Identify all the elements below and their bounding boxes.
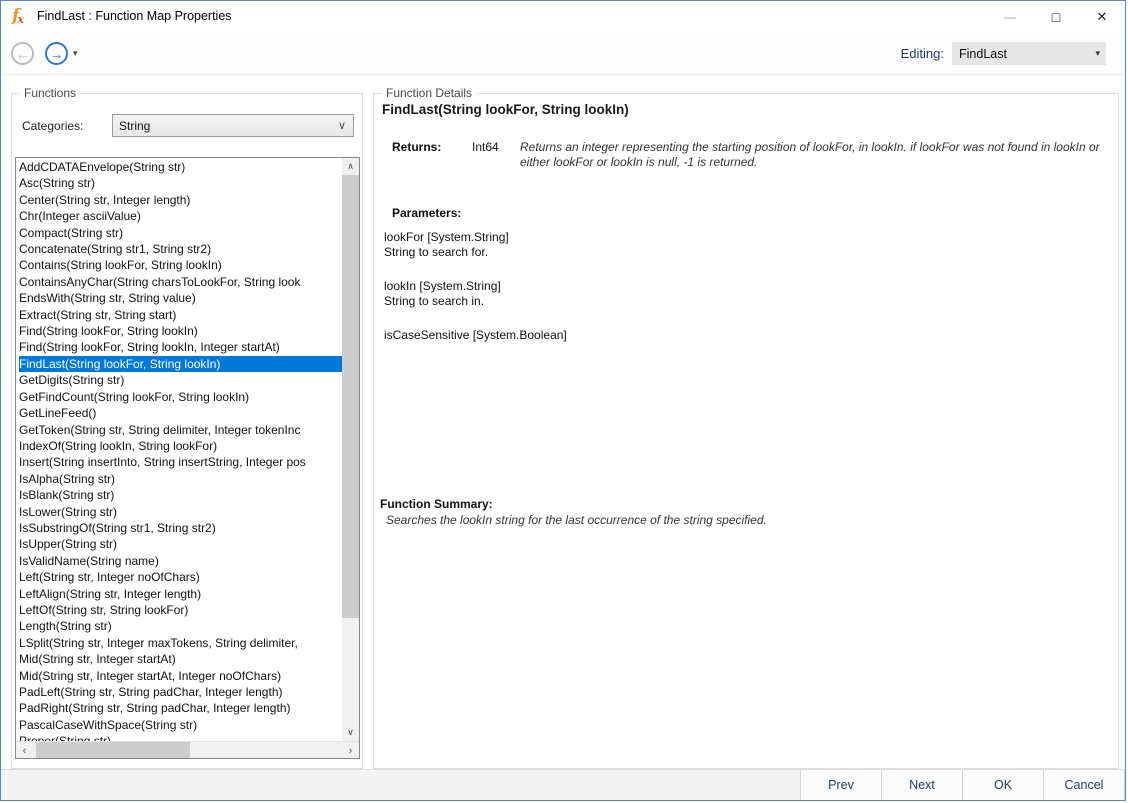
function-list-item-selected[interactable]: FindLast(String lookFor, String lookIn) bbox=[19, 356, 342, 372]
function-list-item[interactable]: Left(String str, Integer noOfChars) bbox=[19, 569, 342, 585]
function-list-item[interactable]: GetDigits(String str) bbox=[19, 372, 342, 388]
categories-dropdown-value: String bbox=[119, 119, 150, 133]
function-list-item[interactable]: Extract(String str, String start) bbox=[19, 307, 342, 323]
function-list-item[interactable]: IsLower(String str) bbox=[19, 504, 342, 520]
function-list-item[interactable]: Find(String lookFor, String lookIn, Inte… bbox=[19, 339, 342, 355]
function-list-item[interactable]: IsUpper(String str) bbox=[19, 536, 342, 552]
close-icon: ✕ bbox=[1097, 9, 1108, 25]
function-signature: FindLast(String lookFor, String lookIn) bbox=[382, 102, 629, 117]
editing-section: Editing: FindLast ▾ bbox=[901, 42, 1125, 65]
function-list-item[interactable]: LSplit(String str, Integer maxTokens, St… bbox=[19, 635, 342, 651]
back-arrow-icon: ← bbox=[16, 46, 30, 62]
function-list: AddCDATAEnvelope(String str)Asc(String s… bbox=[16, 158, 342, 741]
function-list-item[interactable]: Compact(String str) bbox=[19, 225, 342, 241]
parameter-name: lookFor [System.String] bbox=[384, 230, 884, 245]
function-list-item[interactable]: IsBlank(String str) bbox=[19, 487, 342, 503]
parameter-name: lookIn [System.String] bbox=[384, 279, 884, 294]
functions-group: Functions Categories: String ∨ AddCDATAE… bbox=[11, 93, 363, 769]
parameter-block: isCaseSensitive [System.Boolean] bbox=[384, 328, 884, 343]
editing-label: Editing: bbox=[901, 46, 944, 61]
forward-dropdown-caret-icon[interactable]: ▾ bbox=[73, 48, 78, 59]
categories-dropdown-chevron-icon: ∨ bbox=[338, 119, 346, 132]
close-button[interactable]: ✕ bbox=[1079, 1, 1125, 33]
function-list-item[interactable]: IsAlpha(String str) bbox=[19, 471, 342, 487]
returns-description: Returns an integer representing the star… bbox=[520, 140, 1102, 170]
function-list-item[interactable]: IndexOf(String lookIn, String lookFor) bbox=[19, 438, 342, 454]
function-list-item[interactable]: GetToken(String str, String delimiter, I… bbox=[19, 422, 342, 438]
function-map-properties-dialog: fx FindLast : Function Map Properties — … bbox=[0, 0, 1126, 801]
function-list-item[interactable]: PadLeft(String str, String padChar, Inte… bbox=[19, 684, 342, 700]
prev-button[interactable]: Prev bbox=[800, 770, 882, 800]
parameter-name: isCaseSensitive [System.Boolean] bbox=[384, 328, 884, 343]
scroll-left-icon[interactable]: ‹ bbox=[16, 742, 33, 759]
vertical-scrollbar[interactable]: ∧ ∨ bbox=[342, 158, 359, 741]
function-list-item[interactable]: Mid(String str, Integer startAt, Integer… bbox=[19, 668, 342, 684]
function-list-item[interactable]: Concatenate(String str1, String str2) bbox=[19, 241, 342, 257]
parameter-block: lookFor [System.String]String to search … bbox=[384, 230, 884, 260]
function-list-item[interactable]: Mid(String str, Integer startAt) bbox=[19, 651, 342, 667]
fx-icon-x: x bbox=[17, 13, 24, 26]
function-details-group: Function Details FindLast(String lookFor… bbox=[373, 93, 1119, 769]
forward-button[interactable]: → bbox=[45, 42, 68, 65]
footer-button-bar: PrevNextOKCancel bbox=[1, 769, 1125, 800]
categories-dropdown[interactable]: String ∨ bbox=[112, 114, 354, 137]
maximize-icon: □ bbox=[1052, 9, 1060, 25]
function-list-item[interactable]: Asc(String str) bbox=[19, 175, 342, 191]
function-list-item[interactable]: Insert(String insertInto, String insertS… bbox=[19, 454, 342, 470]
function-list-item[interactable]: EndsWith(String str, String value) bbox=[19, 290, 342, 306]
minimize-button[interactable]: — bbox=[987, 1, 1033, 33]
function-list-item[interactable]: AddCDATAEnvelope(String str) bbox=[19, 159, 342, 175]
functions-group-label: Functions bbox=[20, 86, 80, 100]
parameters-list: lookFor [System.String]String to search … bbox=[384, 230, 884, 362]
function-list-item[interactable]: Proper(String str) bbox=[19, 733, 342, 741]
function-list-item[interactable]: Chr(Integer asciiValue) bbox=[19, 208, 342, 224]
editing-dropdown-value: FindLast bbox=[959, 47, 1007, 61]
horizontal-scrollbar-thumb[interactable] bbox=[36, 742, 190, 758]
function-summary-text: Searches the lookIn string for the last … bbox=[386, 513, 1098, 527]
function-list-item[interactable]: Center(String str, Integer length) bbox=[19, 192, 342, 208]
title-bar: fx FindLast : Function Map Properties — … bbox=[1, 1, 1125, 33]
function-summary-label: Function Summary: bbox=[380, 497, 493, 511]
function-list-item[interactable]: GetLineFeed() bbox=[19, 405, 342, 421]
parameter-description: String to search for. bbox=[384, 245, 884, 260]
vertical-scrollbar-thumb[interactable] bbox=[342, 175, 359, 618]
navigation-toolbar: ← → ▾ Editing: FindLast ▾ bbox=[1, 33, 1125, 75]
returns-type: Int64 bbox=[472, 140, 499, 154]
function-details-group-label: Function Details bbox=[382, 86, 476, 100]
forward-arrow-icon: → bbox=[50, 46, 64, 62]
editing-dropdown-caret-icon: ▾ bbox=[1095, 48, 1100, 59]
horizontal-scrollbar[interactable]: ‹ › bbox=[16, 741, 359, 758]
scroll-right-icon[interactable]: › bbox=[342, 742, 359, 759]
function-list-item[interactable]: Length(String str) bbox=[19, 618, 342, 634]
ok-button[interactable]: OK bbox=[962, 770, 1044, 800]
minimize-icon: — bbox=[1004, 10, 1016, 24]
returns-label: Returns: bbox=[392, 140, 441, 154]
categories-label: Categories: bbox=[22, 119, 83, 133]
function-listbox: AddCDATAEnvelope(String str)Asc(String s… bbox=[15, 157, 360, 759]
function-list-item[interactable]: Contains(String lookFor, String lookIn) bbox=[19, 257, 342, 273]
editing-dropdown[interactable]: FindLast ▾ bbox=[952, 42, 1106, 65]
function-list-item[interactable]: IsValidName(String name) bbox=[19, 553, 342, 569]
parameter-block: lookIn [System.String]String to search i… bbox=[384, 279, 884, 309]
function-list-item[interactable]: LeftAlign(String str, Integer length) bbox=[19, 586, 342, 602]
next-button[interactable]: Next bbox=[881, 770, 963, 800]
parameters-label: Parameters: bbox=[392, 206, 461, 220]
maximize-button[interactable]: □ bbox=[1033, 1, 1079, 33]
scroll-down-icon[interactable]: ∨ bbox=[342, 724, 359, 741]
scroll-up-icon[interactable]: ∧ bbox=[342, 158, 359, 175]
function-list-item[interactable]: GetFindCount(String lookFor, String look… bbox=[19, 389, 342, 405]
function-list-item[interactable]: ContainsAnyChar(String charsToLookFor, S… bbox=[19, 274, 342, 290]
function-list-item[interactable]: Find(String lookFor, String lookIn) bbox=[19, 323, 342, 339]
window-title: FindLast : Function Map Properties bbox=[37, 9, 232, 23]
function-list-item[interactable]: PadRight(String str, String padChar, Int… bbox=[19, 700, 342, 716]
back-button[interactable]: ← bbox=[11, 42, 34, 65]
function-list-item[interactable]: IsSubstringOf(String str1, String str2) bbox=[19, 520, 342, 536]
fx-app-icon: fx bbox=[12, 6, 26, 26]
function-list-item[interactable]: LeftOf(String str, String lookFor) bbox=[19, 602, 342, 618]
parameter-description: String to search in. bbox=[384, 294, 884, 309]
function-list-item[interactable]: PascalCaseWithSpace(String str) bbox=[19, 717, 342, 733]
cancel-button[interactable]: Cancel bbox=[1043, 770, 1125, 800]
